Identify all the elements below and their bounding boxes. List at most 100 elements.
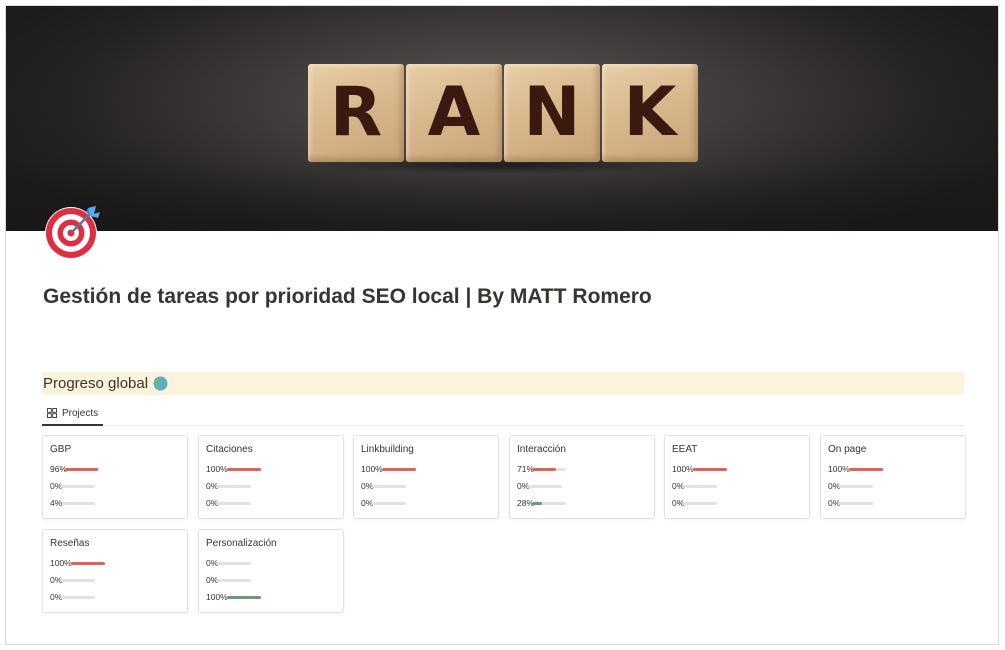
card-title: Linkbuilding	[361, 444, 414, 455]
card-title: Personalización	[206, 538, 277, 549]
progress-value: 100%	[50, 558, 72, 568]
progress-row: 0%	[828, 480, 873, 492]
progress-row: 100%	[828, 463, 883, 475]
project-card[interactable]: EEAT 100% 0% 0%	[664, 435, 810, 519]
progress-bar	[61, 596, 95, 599]
progress-row: 71%	[517, 463, 566, 475]
progress-row: 0%	[672, 497, 717, 509]
card-title: Reseñas	[50, 538, 90, 549]
page-title: Gestión de tareas por prioridad SEO loca…	[43, 285, 652, 308]
progress-bar	[839, 485, 873, 488]
progress-bar	[849, 468, 883, 471]
progress-bar	[532, 468, 566, 471]
progress-bar	[227, 596, 261, 599]
progress-value: 100%	[206, 592, 228, 602]
wood-tile: A	[406, 64, 502, 162]
progress-value: 100%	[672, 464, 694, 474]
project-card[interactable]: Personalización 0% 0% 100%	[198, 529, 344, 613]
progress-bar	[839, 502, 873, 505]
progress-fill	[65, 468, 98, 471]
target-dart-icon[interactable]	[44, 202, 102, 260]
project-card[interactable]: Linkbuilding 100% 0% 0%	[353, 435, 499, 519]
progress-row: 0%	[206, 497, 251, 509]
project-card[interactable]: Citaciones 100% 0% 0%	[198, 435, 344, 519]
card-title: EEAT	[672, 444, 698, 455]
view-tabs: Projects	[42, 402, 964, 426]
progress-row: 0%	[517, 480, 562, 492]
progress-row: 100%	[50, 557, 105, 569]
progress-row: 0%	[50, 480, 95, 492]
notion-page: R A N K Gestión de tareas por prioridad …	[5, 5, 999, 645]
progress-bar	[217, 562, 251, 565]
progress-bar	[382, 468, 416, 471]
progress-row: 0%	[361, 497, 406, 509]
progress-row: 96%	[50, 463, 99, 475]
progress-value: 100%	[828, 464, 850, 474]
progress-fill	[61, 502, 63, 505]
progress-bar	[217, 502, 251, 505]
tile-letter: N	[523, 73, 581, 152]
progress-bar	[532, 502, 566, 505]
progress-row: 4%	[50, 497, 95, 509]
globe-icon	[153, 376, 168, 391]
progress-row: 0%	[50, 574, 95, 586]
progress-fill	[227, 596, 261, 599]
card-title: Interacción	[517, 444, 566, 455]
progress-bar	[217, 579, 251, 582]
progress-fill	[382, 468, 416, 471]
tile-letter: K	[623, 73, 677, 152]
progress-fill	[227, 468, 261, 471]
project-card[interactable]: GBP 96% 0% 4%	[42, 435, 188, 519]
progress-fill	[693, 468, 727, 471]
tab-label: Projects	[62, 407, 99, 419]
progress-row: 100%	[361, 463, 416, 475]
cover-image[interactable]: R A N K	[6, 6, 998, 231]
gallery-grid-icon	[47, 408, 57, 418]
progress-bar	[71, 562, 105, 565]
wood-tile: R	[308, 64, 404, 162]
progress-fill	[532, 502, 542, 505]
card-title: On page	[828, 444, 867, 455]
progress-row: 100%	[206, 591, 261, 603]
progress-bar	[372, 485, 406, 488]
progress-bar	[65, 468, 99, 471]
section-header: Progreso global	[42, 372, 964, 395]
progress-bar	[217, 485, 251, 488]
rank-tiles: R A N K	[308, 64, 700, 162]
progress-row: 0%	[672, 480, 717, 492]
progress-row: 0%	[206, 557, 251, 569]
progress-fill	[532, 468, 557, 471]
tile-letter: R	[329, 73, 383, 152]
progress-row: 0%	[361, 480, 406, 492]
progress-bar	[61, 502, 95, 505]
progress-bar	[61, 485, 95, 488]
card-title: GBP	[50, 444, 72, 455]
progress-row: 0%	[828, 497, 873, 509]
project-card[interactable]: On page 100% 0% 0%	[820, 435, 966, 519]
wood-tile: N	[504, 64, 600, 162]
progress-row: 0%	[206, 480, 251, 492]
tile-letter: A	[427, 73, 481, 152]
progress-bar	[528, 485, 562, 488]
progress-bar	[683, 502, 717, 505]
progress-bar	[227, 468, 261, 471]
progress-bar	[372, 502, 406, 505]
card-title: Citaciones	[206, 444, 253, 455]
progress-row: 28%	[517, 497, 566, 509]
progress-value: 100%	[206, 464, 228, 474]
wood-tile: K	[602, 64, 698, 162]
progress-bar	[683, 485, 717, 488]
progress-row: 100%	[206, 463, 261, 475]
section-title: Progreso global	[43, 375, 149, 392]
progress-value: 100%	[361, 464, 383, 474]
progress-row: 0%	[50, 591, 95, 603]
progress-bar	[693, 468, 727, 471]
progress-fill	[71, 562, 105, 565]
progress-fill	[849, 468, 883, 471]
tab-projects[interactable]: Projects	[42, 402, 104, 426]
progress-row: 0%	[206, 574, 251, 586]
project-card[interactable]: Reseñas 100% 0% 0%	[42, 529, 188, 613]
progress-row: 100%	[672, 463, 727, 475]
progress-bar	[61, 579, 95, 582]
project-card[interactable]: Interacción 71% 0% 28%	[509, 435, 655, 519]
